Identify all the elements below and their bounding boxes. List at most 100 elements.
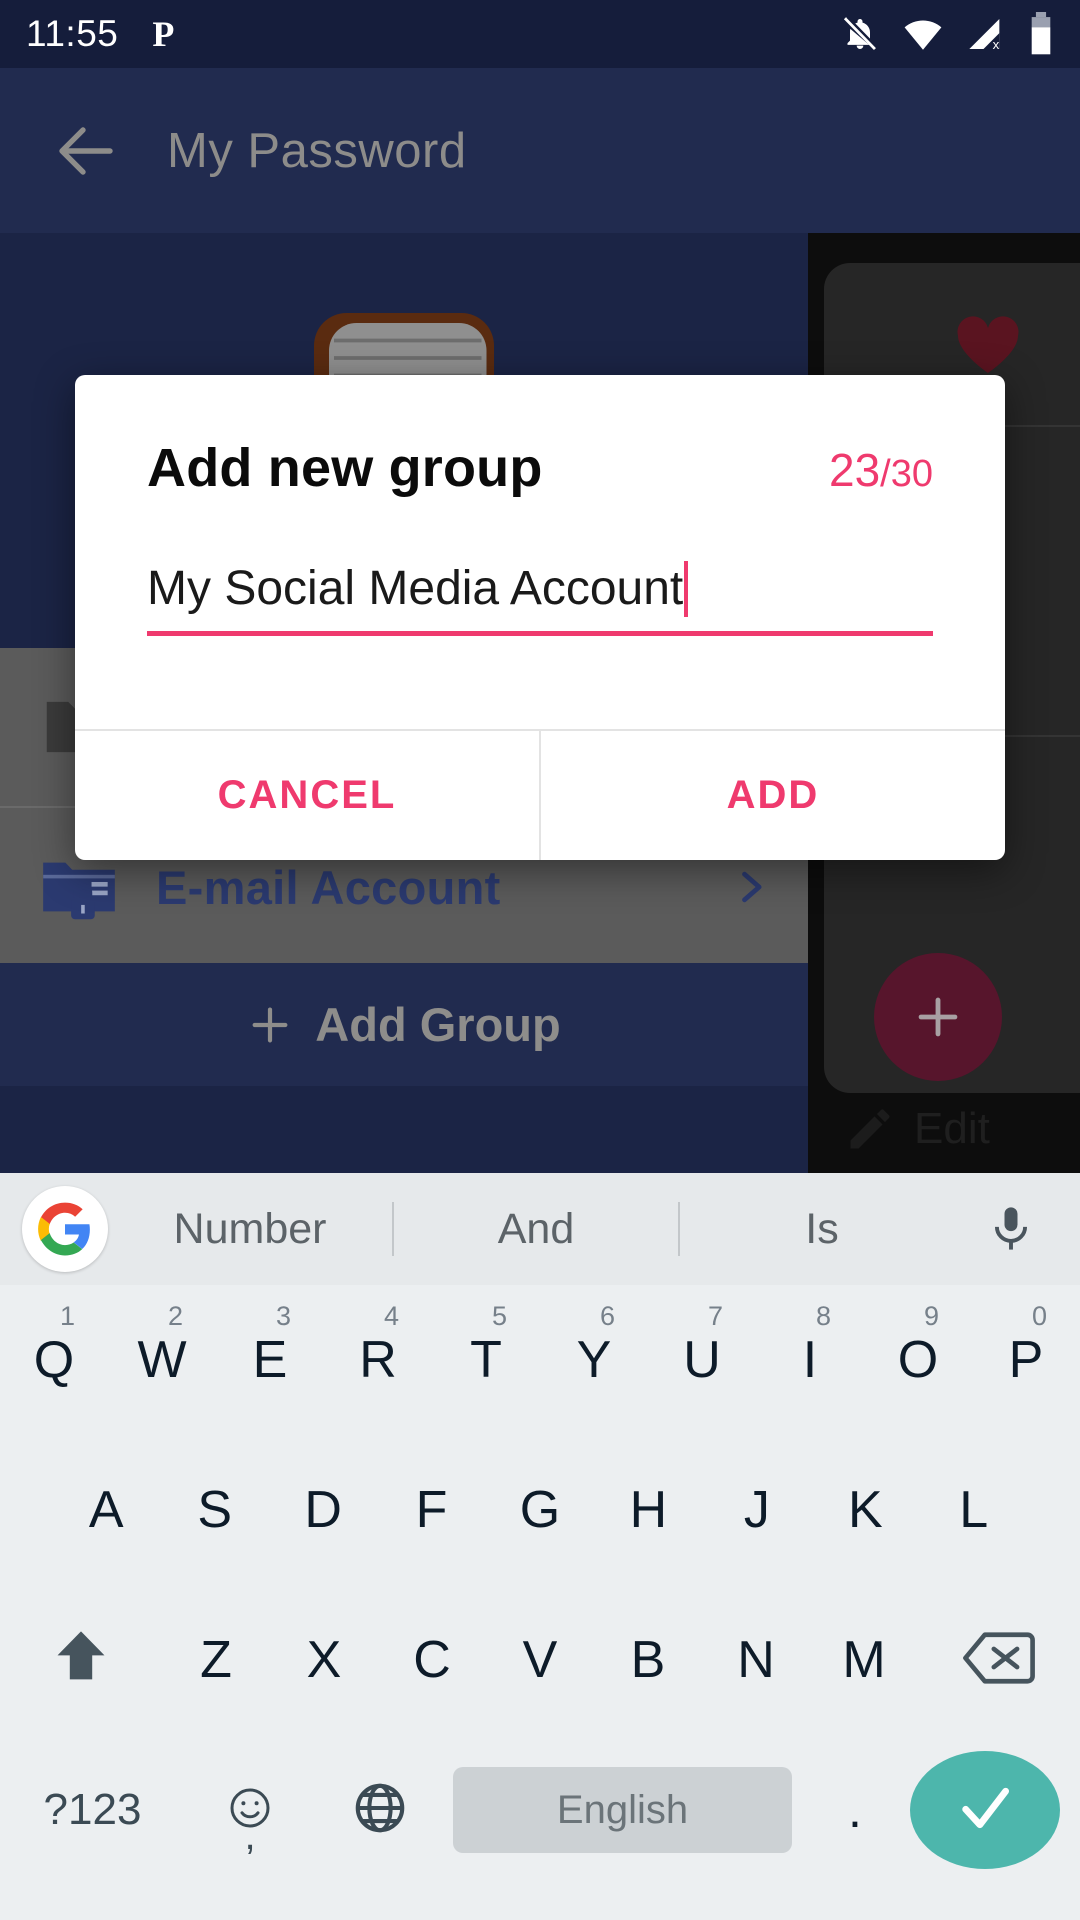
language-switch-key[interactable] [315, 1735, 445, 1885]
key-v[interactable]: V [486, 1585, 594, 1735]
enter-key[interactable] [910, 1751, 1060, 1869]
pencil-icon [844, 1103, 896, 1155]
key-w[interactable]: 2W [108, 1285, 216, 1435]
key-u-label: U [683, 1331, 721, 1389]
group-name-field[interactable]: My Social Media Account [75, 561, 1005, 636]
key-q[interactable]: 1Q [0, 1285, 108, 1435]
microphone-icon[interactable] [964, 1203, 1058, 1255]
back-arrow-icon[interactable] [50, 115, 122, 187]
dialog-title: Add new group [147, 438, 543, 498]
status-bar: 11:55 P x [0, 0, 1080, 68]
key-x[interactable]: X [270, 1585, 378, 1735]
key-r-number: 4 [384, 1301, 400, 1331]
text-caret [684, 561, 689, 617]
key-h[interactable]: H [594, 1435, 702, 1585]
add-group-label: Add Group [315, 998, 561, 1051]
edit-label: Edit [914, 1104, 990, 1153]
space-key[interactable]: English [453, 1767, 792, 1853]
suggestion-0[interactable]: Number [108, 1205, 392, 1254]
page-title: My Password [167, 123, 467, 178]
add-button[interactable]: ADD [541, 731, 1005, 860]
backspace-key[interactable] [918, 1627, 1080, 1694]
key-y-label: Y [576, 1331, 612, 1389]
dialog-actions: CANCEL ADD [75, 729, 1005, 860]
key-w-label: W [137, 1331, 187, 1389]
add-new-group-dialog: Add new group 23/30 My Social Media Acco… [75, 375, 1005, 860]
key-a[interactable]: A [52, 1435, 160, 1585]
heart-icon [952, 316, 1024, 376]
shift-key[interactable] [0, 1626, 162, 1695]
key-b[interactable]: B [594, 1585, 702, 1735]
key-j[interactable]: J [703, 1435, 811, 1585]
emoji-key[interactable]: , [185, 1735, 315, 1885]
svg-text:x: x [993, 37, 1000, 52]
on-screen-keyboard: Number And Is 1Q 2W 3E 4R 5T 6Y 7U 8I 9O… [0, 1173, 1080, 1920]
key-r[interactable]: 4R [324, 1285, 432, 1435]
key-n[interactable]: N [702, 1585, 810, 1735]
key-p-number: 0 [1032, 1301, 1048, 1331]
key-e-number: 3 [276, 1301, 292, 1331]
key-g[interactable]: G [486, 1435, 594, 1585]
status-icons: x [840, 12, 1054, 56]
symbols-key[interactable]: ?123 [0, 1735, 185, 1885]
suggestion-strip: Number And Is [0, 1173, 1080, 1285]
keyboard-row-3: Z X C V B N M [0, 1585, 1080, 1735]
chevron-right-icon [728, 865, 772, 909]
group-name-input-row[interactable]: My Social Media Account [147, 561, 933, 631]
wifi-icon [902, 13, 944, 55]
period-key[interactable]: . [800, 1735, 910, 1885]
key-e-label: E [252, 1331, 288, 1389]
key-i-label: I [802, 1331, 818, 1389]
group-name-input[interactable]: My Social Media Account [147, 562, 683, 616]
add-fab-button[interactable] [874, 953, 1002, 1081]
keyboard-row-1: 1Q 2W 3E 4R 5T 6Y 7U 8I 9O 0P [0, 1285, 1080, 1435]
dialog-header: Add new group 23/30 [75, 375, 1005, 499]
suggestion-1[interactable]: And [394, 1205, 678, 1254]
shift-icon [49, 1626, 113, 1695]
google-g-icon[interactable] [22, 1186, 108, 1272]
keyboard-row-2: A S D F G H J K L [0, 1435, 1080, 1585]
key-t-label: T [470, 1331, 502, 1389]
key-l[interactable]: L [920, 1435, 1028, 1585]
cellular-off-icon: x [966, 14, 1006, 54]
key-f[interactable]: F [377, 1435, 485, 1585]
key-i-number: 8 [816, 1301, 832, 1331]
comma-label: , [244, 1814, 256, 1858]
key-t-number: 5 [492, 1301, 508, 1331]
input-underline [147, 631, 933, 636]
globe-icon [351, 1779, 409, 1842]
key-y[interactable]: 6Y [540, 1285, 648, 1435]
key-u-number: 7 [708, 1301, 724, 1331]
edit-button[interactable]: Edit [844, 1103, 990, 1155]
key-o-number: 9 [924, 1301, 940, 1331]
plus-icon [247, 1002, 293, 1048]
key-r-label: R [359, 1331, 397, 1389]
key-i[interactable]: 8I [756, 1285, 864, 1435]
key-q-number: 1 [60, 1301, 76, 1331]
key-k[interactable]: K [811, 1435, 919, 1585]
key-p[interactable]: 0P [972, 1285, 1080, 1435]
cancel-button[interactable]: CANCEL [75, 731, 539, 860]
list-item-label: E-mail Account [156, 860, 501, 914]
suggestion-2[interactable]: Is [680, 1205, 964, 1254]
key-e[interactable]: 3E [216, 1285, 324, 1435]
key-s[interactable]: S [160, 1435, 268, 1585]
key-m[interactable]: M [810, 1585, 918, 1735]
key-y-number: 6 [600, 1301, 616, 1331]
app-badge-icon: P [152, 14, 175, 54]
checkmark-icon [954, 1777, 1016, 1844]
counter-current: 23 [829, 444, 881, 496]
app-bar: My Password [0, 68, 1080, 233]
key-c[interactable]: C [378, 1585, 486, 1735]
backspace-icon [960, 1627, 1038, 1694]
key-t[interactable]: 5T [432, 1285, 540, 1435]
key-u[interactable]: 7U [648, 1285, 756, 1435]
keyboard-row-4: ?123 , English . [0, 1735, 1080, 1885]
add-group-button[interactable]: Add Group [0, 963, 808, 1086]
key-o[interactable]: 9O [864, 1285, 972, 1435]
notifications-off-icon [840, 14, 880, 54]
key-o-label: O [897, 1331, 939, 1389]
key-z[interactable]: Z [162, 1585, 270, 1735]
key-w-number: 2 [168, 1301, 184, 1331]
key-d[interactable]: D [269, 1435, 377, 1585]
